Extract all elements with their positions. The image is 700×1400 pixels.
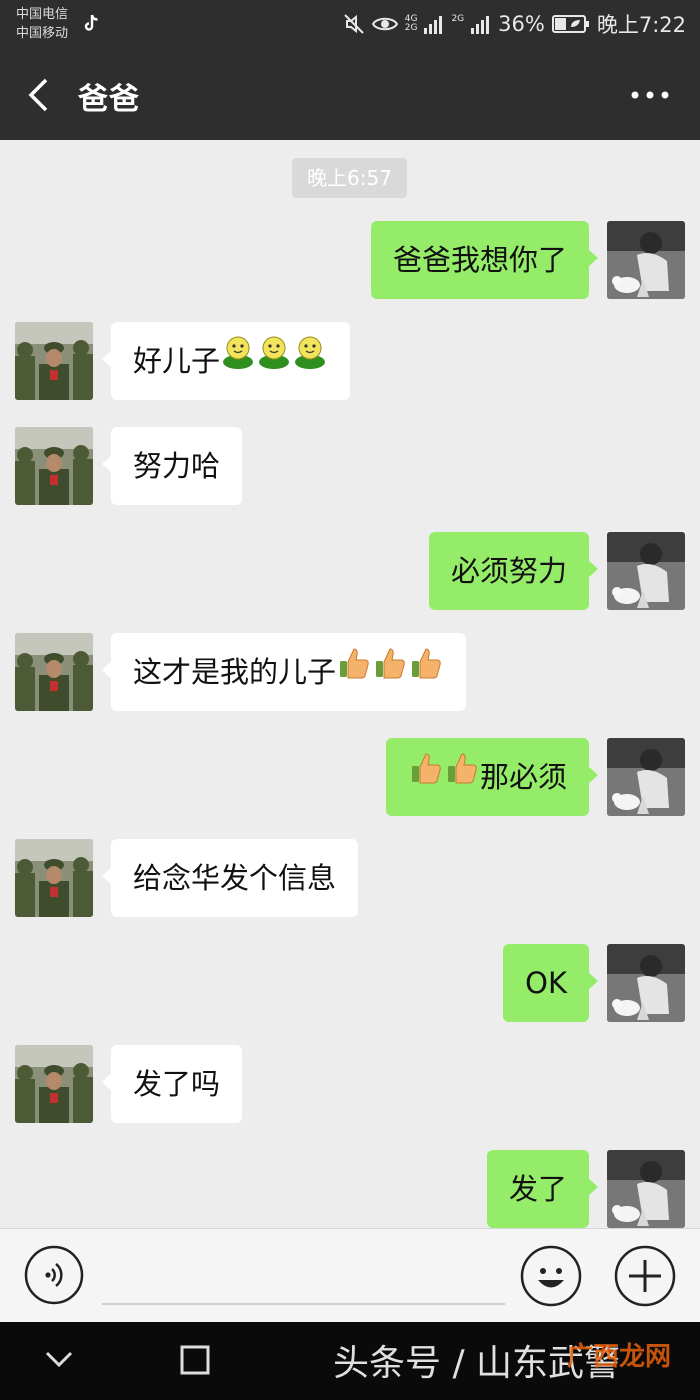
contact-avatar[interactable] xyxy=(15,839,93,917)
message-text: 给念华发个信息 xyxy=(133,861,337,895)
carrier-2: 中国移动 xyxy=(16,26,69,41)
message-text: 发了 xyxy=(508,1172,567,1206)
message-bubble[interactable]: 给念华发个信息 xyxy=(101,839,359,917)
square-icon[interactable] xyxy=(180,1345,210,1375)
received-message-row: 这才是我的儿子 xyxy=(0,633,700,711)
thumbs-up-emoji xyxy=(372,632,408,710)
sent-message-row: 爸爸我想你了 xyxy=(0,221,700,299)
network-type: 4G 2G xyxy=(405,15,418,33)
message-timestamp: 晚上6:57 xyxy=(292,158,407,198)
green-smiley-emoji xyxy=(220,321,256,399)
my-avatar[interactable] xyxy=(607,1150,685,1228)
received-message-row: 好儿子 xyxy=(0,322,700,400)
message-bubble[interactable]: 好儿子 xyxy=(101,321,351,400)
message-bubble[interactable]: 那必须 xyxy=(385,737,599,816)
status-icons: 4G 2G 2G 36% 晚上7:22 xyxy=(343,10,686,38)
message-text: OK xyxy=(525,966,567,1000)
status-bar: 中国电信 中国移动 4G 2G 2G 36% 晚上7:22 xyxy=(0,0,700,50)
thumbs-up-emoji xyxy=(336,632,372,710)
thumbs-up-emoji xyxy=(444,737,480,815)
message-text: 这才是我的儿子 xyxy=(133,655,337,689)
message-bubble[interactable]: 这才是我的儿子 xyxy=(101,632,467,711)
message-bubble[interactable]: OK xyxy=(503,944,598,1022)
carrier-info: 中国电信 中国移动 xyxy=(16,5,68,43)
message-input[interactable] xyxy=(102,1247,505,1305)
message-list[interactable]: 晚上6:57 爸爸我想你了好儿子努力哈必须努力这才是我的儿子那必须给念华发个信息… xyxy=(0,140,700,1228)
chat-title: 爸爸 xyxy=(78,82,140,117)
battery-icon xyxy=(551,15,589,33)
watermark-badge: 广西龙网 xyxy=(567,1342,672,1372)
tiktok-icon xyxy=(84,14,98,31)
thumbs-up-emoji xyxy=(408,632,444,710)
received-message-row: 给念华发个信息 xyxy=(0,839,700,917)
signal-icon-2 xyxy=(471,16,490,34)
sent-message-row: 发了 xyxy=(0,1150,700,1228)
my-avatar[interactable] xyxy=(607,738,685,816)
sent-message-row: 必须努力 xyxy=(0,532,700,610)
eye-icon xyxy=(371,17,398,31)
network-type-2: 2G xyxy=(451,15,464,33)
message-bubble[interactable]: 发了吗 xyxy=(101,1045,243,1123)
message-text: 必须努力 xyxy=(450,554,567,588)
chevron-left-icon[interactable] xyxy=(22,76,56,114)
message-bubble[interactable]: 爸爸我想你了 xyxy=(370,221,599,299)
emoji-icon[interactable] xyxy=(520,1245,582,1307)
voice-icon[interactable] xyxy=(24,1245,84,1305)
more-dots-icon[interactable] xyxy=(630,90,670,100)
sent-message-row: OK xyxy=(0,944,700,1022)
input-bar xyxy=(0,1228,700,1322)
thumbs-up-emoji xyxy=(408,737,444,815)
message-bubble[interactable]: 必须努力 xyxy=(428,532,599,610)
signal-icon-1 xyxy=(424,16,443,34)
message-bubble[interactable]: 努力哈 xyxy=(101,427,243,505)
chat-header: 爸爸 xyxy=(0,50,700,140)
contact-avatar[interactable] xyxy=(15,427,93,505)
my-avatar[interactable] xyxy=(607,944,685,1022)
message-text: 努力哈 xyxy=(133,449,221,483)
contact-avatar[interactable] xyxy=(15,1045,93,1123)
battery-percent: 36% xyxy=(498,12,545,36)
clock: 晚上7:22 xyxy=(596,13,686,37)
contact-avatar[interactable] xyxy=(15,633,93,711)
received-message-row: 努力哈 xyxy=(0,427,700,505)
message-bubble[interactable]: 发了 xyxy=(486,1150,599,1228)
contact-avatar[interactable] xyxy=(15,322,93,400)
received-message-row: 发了吗 xyxy=(0,1045,700,1123)
carrier-1: 中国电信 xyxy=(16,7,69,22)
green-smiley-emoji xyxy=(292,321,328,399)
message-text: 那必须 xyxy=(479,760,567,794)
my-avatar[interactable] xyxy=(607,221,685,299)
plus-icon[interactable] xyxy=(614,1245,676,1307)
sent-message-row: 那必须 xyxy=(0,738,700,816)
mute-icon xyxy=(344,14,364,34)
message-text: 好儿子 xyxy=(133,344,221,378)
message-text: 发了吗 xyxy=(133,1067,221,1101)
chevron-down-icon[interactable] xyxy=(44,1348,74,1370)
my-avatar[interactable] xyxy=(607,532,685,610)
network-2: 2G xyxy=(404,23,418,33)
message-text: 爸爸我想你了 xyxy=(392,243,567,277)
green-smiley-emoji xyxy=(256,321,292,399)
